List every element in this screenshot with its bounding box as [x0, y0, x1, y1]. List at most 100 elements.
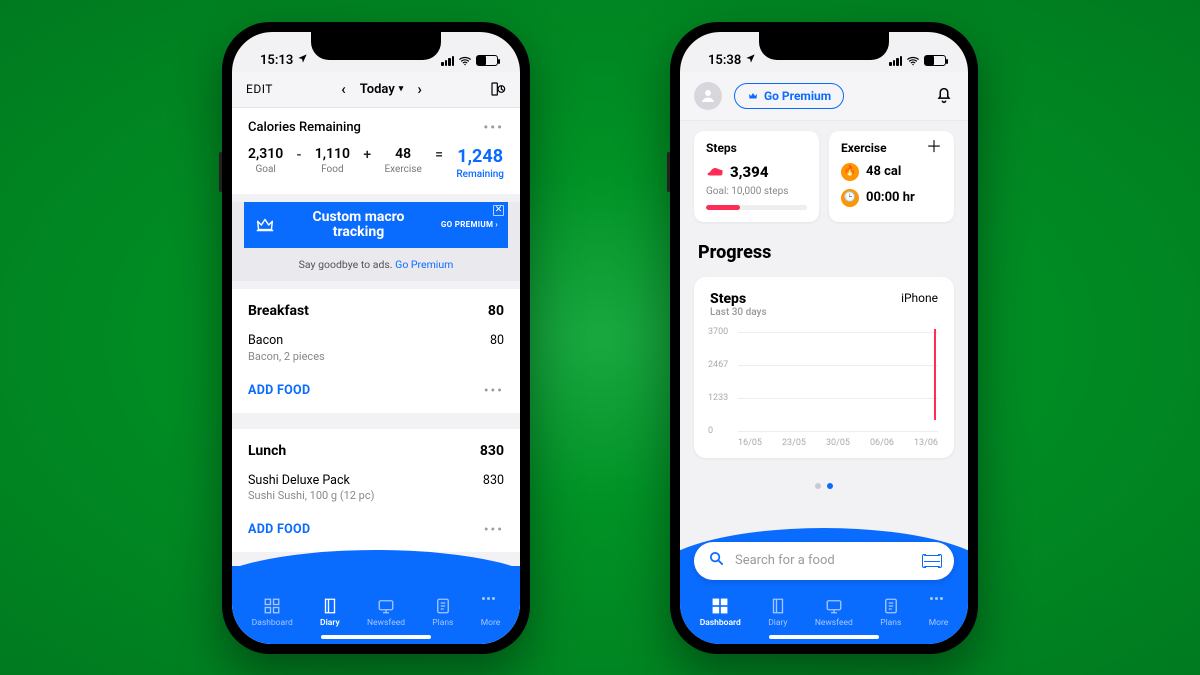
- item-sub: Sushi Sushi, 100 g (12 pc): [248, 489, 374, 502]
- barcode-scan-icon[interactable]: [924, 555, 940, 567]
- phone-dashboard: 15:38 Go Premium: [670, 22, 978, 654]
- progress-heading: Progress: [680, 236, 968, 273]
- adfree-link[interactable]: Go Premium: [395, 258, 453, 271]
- search-food[interactable]: Search for a food: [694, 542, 954, 580]
- nav-plans[interactable]: Plans: [880, 597, 901, 628]
- exercise-cal: 48 cal: [866, 164, 901, 179]
- edit-button[interactable]: EDIT: [246, 82, 273, 96]
- add-exercise-button[interactable]: ＋: [926, 141, 942, 155]
- dashboard-topbar: Go Premium: [680, 72, 968, 121]
- screen: 15:13 EDIT ‹ Today ▾: [232, 32, 520, 644]
- nav-label: Diary: [320, 618, 340, 628]
- status-time: 15:13: [260, 53, 293, 68]
- item-name: Sushi Deluxe Pack: [248, 473, 374, 489]
- promo-cta: GO PREMIUM: [441, 220, 493, 229]
- nav-more[interactable]: More: [481, 597, 501, 628]
- item-cal: 830: [483, 473, 504, 488]
- meal-name: Lunch: [248, 443, 286, 459]
- meal-item[interactable]: BaconBacon, 2 pieces 80: [232, 329, 520, 372]
- shoe-icon: [706, 163, 724, 182]
- promo-close-icon[interactable]: ✕: [493, 205, 504, 216]
- pager[interactable]: [680, 474, 968, 493]
- crown-icon: [747, 90, 759, 102]
- op-plus: +: [363, 146, 371, 163]
- meal-more-button[interactable]: •••: [484, 383, 504, 399]
- diary-topbar: EDIT ‹ Today ▾ ›: [232, 72, 520, 108]
- chart-title: Steps: [710, 291, 767, 307]
- search-placeholder: Search for a food: [735, 553, 914, 568]
- home-indicator[interactable]: [321, 635, 431, 639]
- nav-label: Newsfeed: [367, 618, 405, 628]
- nav-newsfeed[interactable]: Newsfeed: [367, 597, 405, 628]
- card-title: Steps: [706, 141, 737, 155]
- wifi-icon: [458, 54, 472, 68]
- chart-area: 3700 2467 1233 0: [738, 326, 938, 436]
- meal-lunch: Lunch 830 Sushi Deluxe PackSushi Sushi, 1…: [232, 429, 520, 552]
- steps-card[interactable]: Steps 3,394 Goal: 10,000 steps: [694, 131, 819, 222]
- nav-label: Plans: [432, 618, 453, 628]
- fire-icon: 🔥: [841, 163, 859, 181]
- item-cal: 80: [490, 333, 504, 348]
- adfree-text: Say goodbye to ads.: [299, 258, 396, 271]
- item-sub: Bacon, 2 pieces: [248, 350, 325, 363]
- add-food-button[interactable]: ADD FOOD: [248, 383, 310, 398]
- nav-label: More: [929, 618, 949, 628]
- meal-more-button[interactable]: •••: [484, 522, 504, 538]
- exercise-value: 48: [384, 146, 421, 162]
- calories-card: Calories Remaining ••• 2,310Goal - 1,110…: [232, 108, 520, 194]
- exercise-time: 00:00 hr: [866, 190, 915, 205]
- nav-diary[interactable]: Diary: [320, 597, 340, 628]
- avatar[interactable]: [694, 82, 722, 110]
- nav-dashboard[interactable]: Dashboard: [252, 597, 293, 628]
- nav-more[interactable]: More: [929, 597, 949, 628]
- xtick: 23/05: [782, 438, 806, 448]
- ytick: 2467: [708, 360, 728, 370]
- calories-more-button[interactable]: •••: [483, 120, 504, 136]
- xtick: 30/05: [826, 438, 850, 448]
- xtick: 16/05: [738, 438, 762, 448]
- meal-total: 80: [488, 303, 504, 319]
- clock-icon: 🕒: [841, 189, 859, 207]
- nav-label: Dashboard: [700, 618, 741, 628]
- op-eq: =: [435, 146, 443, 163]
- item-name: Bacon: [248, 333, 325, 349]
- go-premium-label: Go Premium: [764, 89, 831, 103]
- notifications-button[interactable]: [934, 84, 954, 108]
- chart-source: iPhone: [901, 291, 938, 305]
- go-premium-button[interactable]: Go Premium: [734, 83, 844, 109]
- search-icon: [708, 550, 725, 571]
- wifi-icon: [906, 54, 920, 68]
- xtick: 06/06: [870, 438, 894, 448]
- add-food-button[interactable]: ADD FOOD: [248, 522, 310, 537]
- progress-chart-card[interactable]: Steps Last 30 days iPhone 3700 2467 1233…: [694, 277, 954, 458]
- remaining-label: Remaining: [456, 169, 504, 180]
- nav-diary[interactable]: Diary: [768, 597, 787, 628]
- steps-goal: Goal: 10,000 steps: [706, 186, 807, 197]
- goal-value: 2,310: [248, 146, 283, 162]
- chart-bar: [934, 329, 937, 419]
- nav-label: Plans: [880, 618, 901, 628]
- signal-icon: [441, 56, 454, 66]
- nav-dashboard[interactable]: Dashboard: [700, 597, 741, 628]
- meal-total: 830: [480, 443, 504, 459]
- steps-value: 3,394: [730, 163, 768, 181]
- date-picker[interactable]: Today ▾: [360, 82, 404, 97]
- screen: 15:38 Go Premium: [680, 32, 968, 644]
- nav-label: Diary: [768, 618, 787, 628]
- notch: [759, 32, 889, 60]
- phone-diary: 15:13 EDIT ‹ Today ▾: [222, 22, 530, 654]
- home-indicator[interactable]: [769, 635, 879, 639]
- next-day-button[interactable]: ›: [413, 80, 426, 98]
- promo-banner[interactable]: Custom macro tracking GO PREMIUM › ✕: [244, 202, 508, 249]
- nav-label: Dashboard: [252, 618, 293, 628]
- prev-day-button[interactable]: ‹: [337, 80, 350, 98]
- crown-icon: [254, 214, 276, 236]
- nav-label: Newsfeed: [815, 618, 853, 628]
- meal-item[interactable]: Sushi Deluxe PackSushi Sushi, 100 g (12 …: [232, 469, 520, 512]
- ytick: 3700: [708, 327, 728, 337]
- exercise-card[interactable]: Exercise＋ 🔥48 cal 🕒00:00 hr: [829, 131, 954, 222]
- nav-plans[interactable]: Plans: [432, 597, 453, 628]
- nutrition-summary-icon[interactable]: [490, 81, 506, 97]
- nav-newsfeed[interactable]: Newsfeed: [815, 597, 853, 628]
- location-icon: [745, 53, 756, 67]
